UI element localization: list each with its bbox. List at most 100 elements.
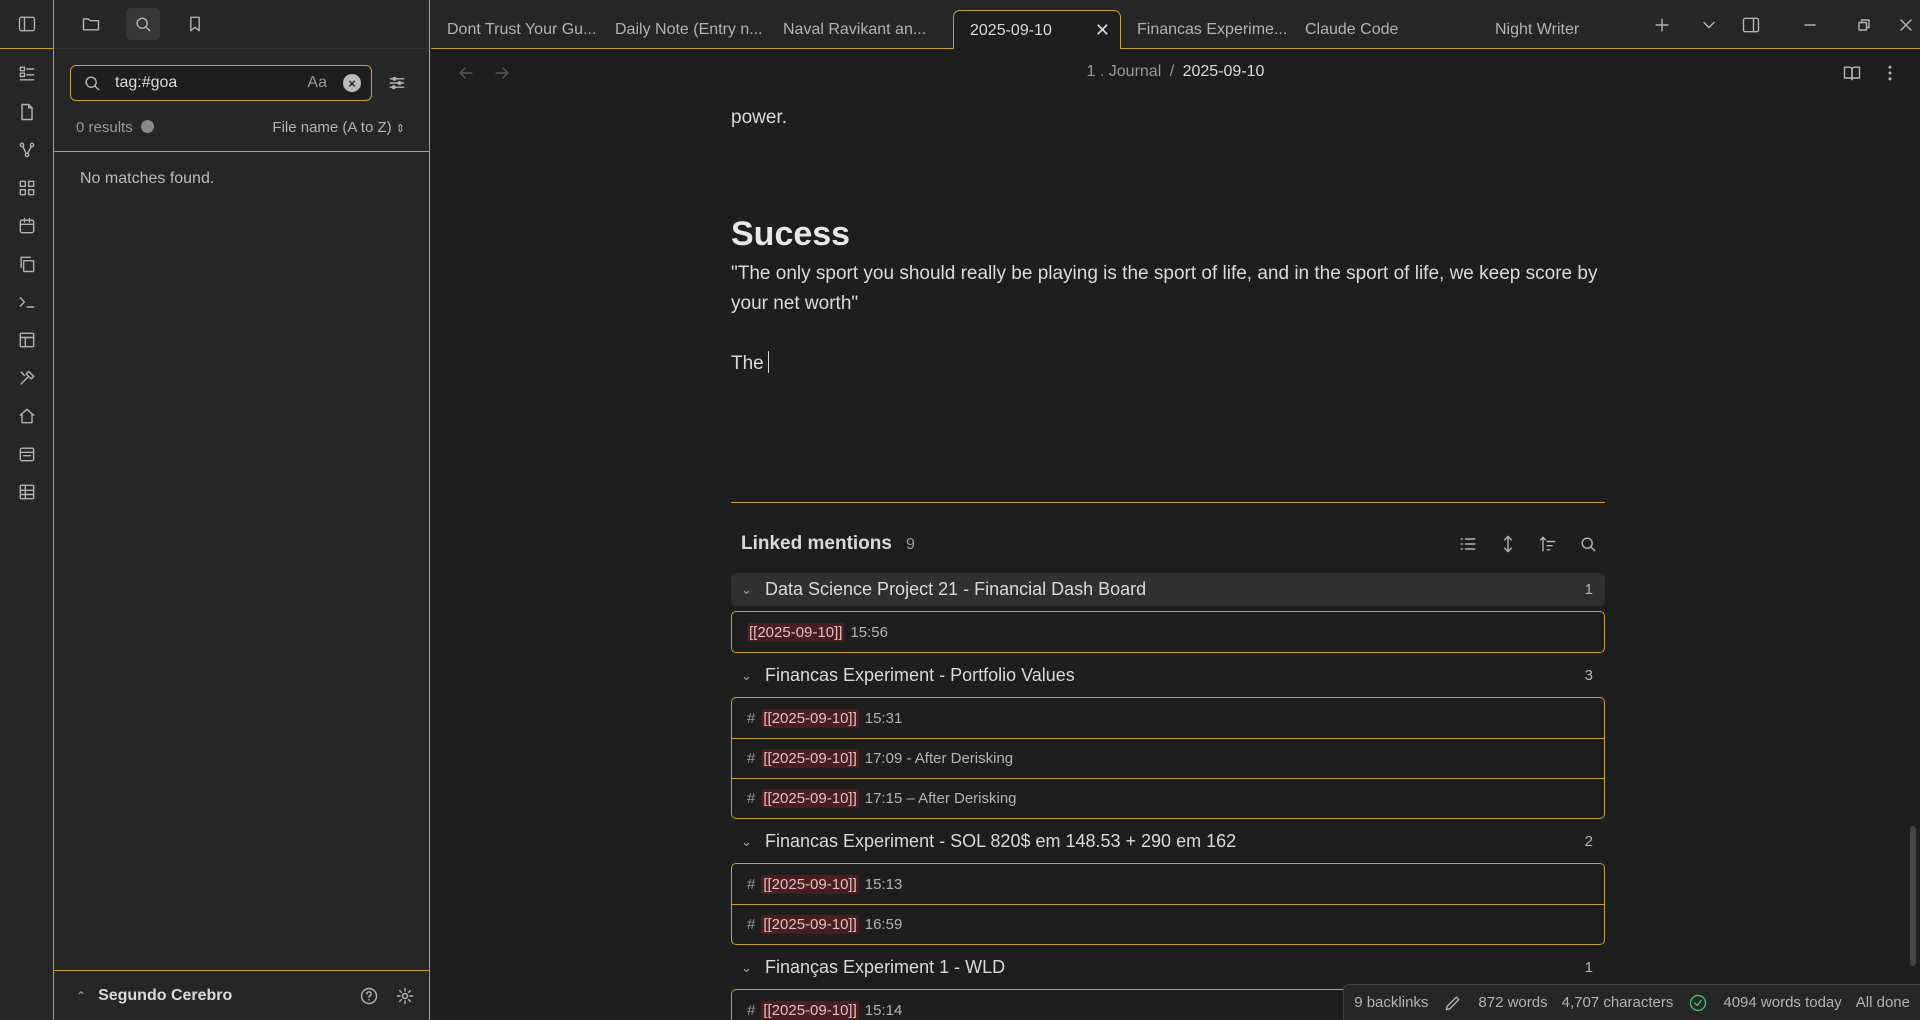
mention-group-title: Financas Experiment - Portfolio Values	[765, 665, 1075, 685]
close-tab-icon[interactable]: ✕	[1095, 20, 1110, 41]
mention-item[interactable]: # [[2025-09-10]] 17:15 – After Derisking	[732, 778, 1604, 818]
backlinks-count[interactable]: 9 backlinks	[1354, 994, 1428, 1011]
sidebar-toggle-icon[interactable]	[16, 13, 38, 35]
breadcrumb-current[interactable]: 2025-09-10	[1183, 63, 1265, 80]
mention-group-count: 1	[1584, 581, 1593, 598]
mention-group-header[interactable]: ⌄ Data Science Project 21 - Financial Da…	[731, 573, 1605, 606]
tab-daily-note[interactable]: Daily Note (Entry n...	[599, 10, 767, 49]
new-tab-button[interactable]	[1640, 0, 1684, 49]
mention-item[interactable]: # [[2025-09-10]] 15:13	[732, 864, 1604, 904]
wiki-link[interactable]: [[2025-09-10]]	[761, 915, 859, 934]
more-options-icon[interactable]	[140, 119, 154, 133]
sort-order-icon[interactable]	[1537, 533, 1559, 555]
mention-group-header[interactable]: ⌄ Financas Experiment - Portfolio Values…	[731, 659, 1605, 692]
search-query[interactable]: tag:#goa	[115, 74, 307, 92]
match-case-toggle[interactable]: Aa	[307, 74, 327, 92]
show-more-context-icon[interactable]	[1497, 533, 1519, 555]
mention-item[interactable]: # [[2025-09-10]] 16:59	[732, 904, 1604, 944]
word-count: 872 words	[1478, 994, 1548, 1011]
tab-active-2025-09-10[interactable]: 2025-09-10 ✕	[953, 10, 1121, 50]
copy-icon[interactable]	[16, 253, 38, 275]
mention-group-count: 2	[1584, 833, 1593, 850]
bookmarks-tab[interactable]	[178, 8, 212, 40]
character-count: 4,707 characters	[1561, 994, 1674, 1011]
search-tab[interactable]	[126, 8, 160, 40]
tab-financas[interactable]: Financas Experime...	[1121, 10, 1289, 49]
chevron-down-icon: ⌄	[741, 833, 752, 849]
mention-group-header[interactable]: ⌄ Financas Experiment - SOL 820$ em 148.…	[731, 825, 1605, 858]
mention-item[interactable]: # [[2025-09-10]] 17:09 - After Derisking	[732, 738, 1604, 778]
results-count: 0 results	[76, 119, 154, 136]
obsidian-window: tag:#goa Aa × 0 results File name (A to …	[0, 0, 1920, 1020]
collapse-results-icon[interactable]	[1457, 533, 1479, 555]
table-icon[interactable]	[16, 481, 38, 503]
right-sidebar-toggle[interactable]	[1731, 0, 1771, 49]
minimize-button[interactable]	[1783, 0, 1837, 49]
dashboard-icon[interactable]	[16, 63, 38, 85]
chevron-down-icon: ⌄	[741, 959, 752, 975]
more-options-icon[interactable]	[1879, 62, 1901, 84]
sidebar-right-icon	[1740, 14, 1762, 36]
mention-group-count: 1	[1584, 959, 1593, 976]
search-settings-icon[interactable]	[386, 72, 408, 94]
close-icon	[1895, 14, 1917, 36]
mention-group-header[interactable]: ⌄ Finanças Experiment 1 - WLD 1	[731, 951, 1605, 984]
linked-mentions-panel: Linked mentions 9 ⌄ Data Science Project…	[731, 502, 1605, 1020]
close-window-button[interactable]	[1891, 0, 1920, 49]
tab-dont-trust[interactable]: Dont Trust Your Gu...	[431, 10, 599, 49]
file-explorer-tab[interactable]	[74, 8, 108, 40]
graph-view-icon[interactable]	[16, 139, 38, 161]
reading-view-icon[interactable]	[1841, 62, 1863, 84]
terminal-icon[interactable]	[16, 291, 38, 313]
mention-group-title: Data Science Project 21 - Financial Dash…	[765, 579, 1147, 599]
quote-paragraph: "The only sport you should really be pla…	[731, 263, 1598, 314]
folder-icon	[80, 13, 102, 35]
heading-sucess: Sucess	[731, 215, 851, 253]
vault-chevron-icon: ⌃	[76, 988, 87, 1003]
vault-switcher[interactable]: ⌃ Segundo Cerebro	[54, 970, 430, 1020]
wiki-link[interactable]: [[2025-09-10]]	[747, 622, 845, 642]
search-input[interactable]: tag:#goa Aa ×	[70, 65, 372, 101]
wiki-link[interactable]: [[2025-09-10]]	[761, 874, 859, 894]
tab-list-button[interactable]	[1689, 0, 1729, 49]
linked-mentions-count: 9	[905, 536, 915, 553]
tab-naval[interactable]: Naval Ravikant an...	[767, 10, 935, 49]
linked-mentions-title[interactable]: Linked mentions	[741, 533, 892, 555]
breadcrumb-folder[interactable]: 1 . Journal	[1087, 63, 1162, 80]
plus-icon	[1651, 14, 1673, 36]
help-icon[interactable]	[358, 985, 380, 1007]
mention-item[interactable]: # [[2025-09-10]] 15:31	[732, 698, 1604, 738]
mention-item[interactable]: [[2025-09-10]] 15:56	[732, 612, 1604, 652]
layout-icon[interactable]	[16, 329, 38, 351]
chevron-down-icon: ⌄	[741, 581, 752, 597]
settings-gear-icon[interactable]	[394, 985, 416, 1007]
wiki-link[interactable]: [[2025-09-10]]	[761, 708, 859, 728]
new-note-icon[interactable]	[16, 101, 38, 123]
mention-group-count: 3	[1584, 667, 1593, 684]
editor-scrollbar[interactable]	[1910, 826, 1916, 966]
sync-status[interactable]: All done	[1856, 994, 1910, 1011]
clear-search-icon[interactable]: ×	[343, 74, 361, 92]
schedule-icon[interactable]	[16, 443, 38, 465]
typing-line[interactable]: The	[731, 351, 769, 375]
words-today: 4094 words today	[1723, 994, 1842, 1011]
restore-button[interactable]	[1837, 0, 1891, 49]
breadcrumb: 1 . Journal / 2025-09-10	[1086, 63, 1265, 80]
paragraph-text: power.	[731, 107, 787, 128]
sort-dropdown[interactable]: File name (A to Z) ⇕	[272, 119, 405, 136]
check-circle-icon	[1687, 992, 1709, 1014]
left-sidebar: tag:#goa Aa × 0 results File name (A to …	[54, 0, 430, 1020]
calendar-icon[interactable]	[16, 215, 38, 237]
tab-night-writer[interactable]: Night Writer	[1467, 10, 1635, 49]
tools-icon[interactable]	[16, 367, 38, 389]
search-icon[interactable]	[1577, 533, 1599, 555]
empty-state: No matches found.	[80, 170, 215, 187]
canvas-icon[interactable]	[16, 177, 38, 199]
home-icon[interactable]	[16, 405, 38, 427]
wiki-link[interactable]: [[2025-09-10]]	[761, 749, 859, 768]
tab-claude-code[interactable]: Claude Code	[1289, 10, 1457, 49]
wiki-link[interactable]: [[2025-09-10]]	[761, 789, 859, 808]
mention-group-title: Financas Experiment - SOL 820$ em 148.53…	[765, 831, 1237, 851]
bookmark-icon	[184, 13, 206, 35]
wiki-link[interactable]: [[2025-09-10]]	[761, 1000, 859, 1020]
